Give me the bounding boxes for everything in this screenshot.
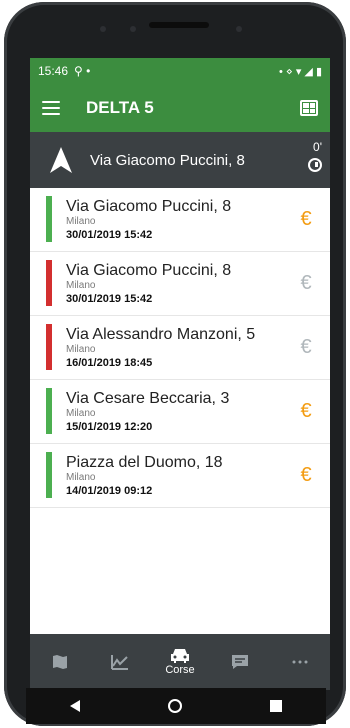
- tab-messages[interactable]: [210, 634, 270, 690]
- back-icon[interactable]: [70, 700, 80, 712]
- status-time: 15:46: [38, 64, 69, 78]
- status-bar-indicator: [46, 324, 52, 370]
- euro-icon[interactable]: €: [288, 272, 324, 295]
- tab-corse-label: Corse: [165, 664, 195, 676]
- menu-icon[interactable]: [42, 101, 60, 115]
- map-icon: [53, 655, 67, 669]
- trip-datetime: 30/01/2019 15:42: [66, 292, 153, 305]
- navigation-address: Via Giacomo Puccini, 8: [90, 151, 245, 169]
- trip-address: Piazza del Duomo, 18: [66, 453, 223, 471]
- trip-city: Milano: [66, 407, 96, 419]
- euro-icon[interactable]: €: [288, 464, 324, 487]
- status-left-icons: ⚲ •: [74, 64, 91, 78]
- recent-apps-icon[interactable]: [270, 700, 282, 712]
- trip-datetime: 16/01/2019 18:45: [66, 356, 153, 369]
- status-bar-indicator: [46, 196, 52, 242]
- trip-row[interactable]: Piazza del Duomo, 18 Milano 14/01/2019 0…: [30, 444, 330, 508]
- speaker: [149, 22, 209, 28]
- screen: 15:46 ⚲ • • ⋄ ▾ ◢ ▮ DELTA 5 Via Giacomo …: [30, 58, 330, 690]
- more-icon: [292, 660, 308, 664]
- tab-map[interactable]: [30, 634, 90, 690]
- status-bar-indicator: [46, 388, 52, 434]
- trip-row[interactable]: Via Giacomo Puccini, 8 Milano 30/01/2019…: [30, 252, 330, 316]
- trip-city: Milano: [66, 471, 96, 483]
- trip-datetime: 14/01/2019 09:12: [66, 484, 153, 497]
- navigation-eta: 0': [313, 140, 322, 154]
- trip-address: Via Giacomo Puccini, 8: [66, 197, 232, 215]
- tab-stats[interactable]: [90, 634, 150, 690]
- trip-datetime: 30/01/2019 15:42: [66, 228, 153, 241]
- trip-datetime: 15/01/2019 12:20: [66, 420, 153, 433]
- sensor-dot: [100, 26, 106, 32]
- calculator-icon[interactable]: [300, 100, 318, 116]
- euro-icon[interactable]: €: [288, 400, 324, 423]
- phone-frame: 15:46 ⚲ • • ⋄ ▾ ◢ ▮ DELTA 5 Via Giacomo …: [4, 2, 346, 726]
- phone-top: [4, 2, 346, 58]
- message-icon: [232, 655, 248, 669]
- system-nav-bar: [26, 688, 326, 724]
- trip-address: Via Cesare Beccaria, 3: [66, 389, 230, 407]
- app-title: DELTA 5: [86, 98, 154, 117]
- timer-icon: [308, 158, 322, 172]
- front-camera: [236, 26, 242, 32]
- trip-address: Via Giacomo Puccini, 8: [66, 261, 232, 279]
- navigation-arrow-icon: [50, 147, 72, 173]
- trip-row[interactable]: Via Giacomo Puccini, 8 Milano 30/01/2019…: [30, 188, 330, 252]
- status-bar: 15:46 ⚲ • • ⋄ ▾ ◢ ▮: [30, 58, 330, 84]
- euro-icon[interactable]: €: [288, 208, 324, 231]
- status-bar-indicator: [46, 260, 52, 306]
- chart-icon: [111, 655, 128, 670]
- trip-row[interactable]: Via Alessandro Manzoni, 5 Milano 16/01/2…: [30, 316, 330, 380]
- app-bar: DELTA 5: [30, 84, 330, 132]
- trip-row[interactable]: Via Cesare Beccaria, 3 Milano 15/01/2019…: [30, 380, 330, 444]
- trip-city: Milano: [66, 279, 96, 291]
- sensor-dot: [130, 26, 136, 32]
- navigation-banner[interactable]: Via Giacomo Puccini, 8 0': [30, 132, 330, 188]
- car-icon: [171, 649, 189, 663]
- status-right-icons: • ⋄ ▾ ◢ ▮: [279, 65, 322, 78]
- trip-city: Milano: [66, 215, 96, 227]
- trip-city: Milano: [66, 343, 96, 355]
- tab-more[interactable]: [270, 634, 330, 690]
- home-icon[interactable]: [168, 699, 182, 713]
- euro-icon[interactable]: €: [288, 336, 324, 359]
- tab-corse[interactable]: Corse: [150, 634, 210, 690]
- bottom-tab-bar: Corse: [30, 634, 330, 690]
- status-bar-indicator: [46, 452, 52, 498]
- trip-list: Via Giacomo Puccini, 8 Milano 30/01/2019…: [30, 188, 330, 634]
- trip-address: Via Alessandro Manzoni, 5: [66, 325, 256, 343]
